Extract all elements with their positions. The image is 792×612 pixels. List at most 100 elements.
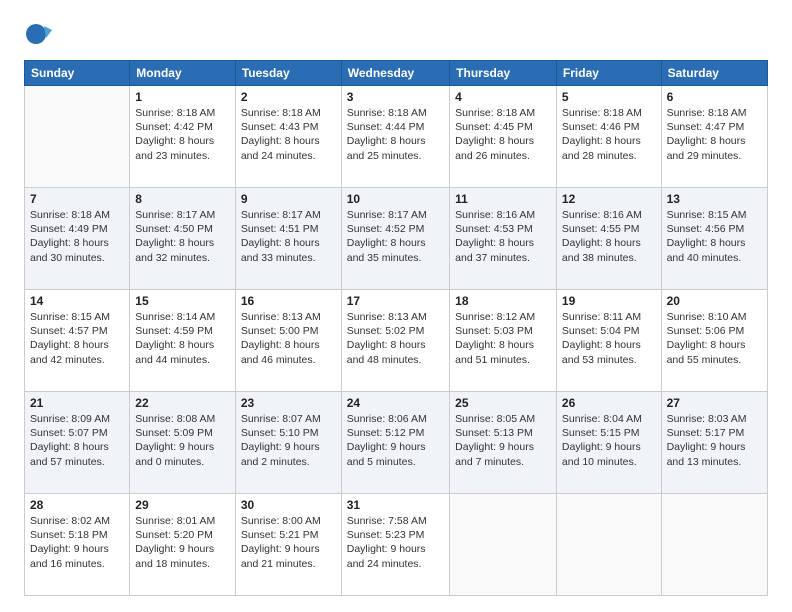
day-info: Sunrise: 8:18 AMSunset: 4:49 PMDaylight:… xyxy=(30,208,124,265)
calendar-cell: 1Sunrise: 8:18 AMSunset: 4:42 PMDaylight… xyxy=(130,86,236,188)
day-info: Sunrise: 8:00 AMSunset: 5:21 PMDaylight:… xyxy=(241,514,336,571)
day-number: 1 xyxy=(135,90,230,104)
calendar-cell: 12 Sunrise: 8:16 AMSunset: 4:55 PMDayligh… xyxy=(556,188,661,290)
calendar-cell: 30 Sunrise: 8:00 AMSunset: 5:21 PMDayligh… xyxy=(235,494,341,596)
calendar-header-tuesday: Tuesday xyxy=(235,61,341,86)
day-info: Sunrise: 8:18 AMSunset: 4:43 PMDaylight:… xyxy=(241,106,336,163)
day-info: Sunrise: 8:10 AMSunset: 5:06 PMDaylight:… xyxy=(667,310,762,367)
calendar-header-wednesday: Wednesday xyxy=(341,61,449,86)
day-info: Sunrise: 8:16 AMSunset: 4:55 PMDaylight:… xyxy=(562,208,656,265)
calendar-cell: 28 Sunrise: 8:02 AMSunset: 5:18 PMDayligh… xyxy=(25,494,130,596)
day-info: Sunrise: 7:58 AMSunset: 5:23 PMDaylight:… xyxy=(347,514,444,571)
day-info: Sunrise: 8:04 AMSunset: 5:15 PMDaylight:… xyxy=(562,412,656,469)
calendar-header-thursday: Thursday xyxy=(450,61,557,86)
calendar-cell: 23 Sunrise: 8:07 AMSunset: 5:10 PMDayligh… xyxy=(235,392,341,494)
day-number: 31 xyxy=(347,498,444,512)
day-info: Sunrise: 8:05 AMSunset: 5:13 PMDaylight:… xyxy=(455,412,551,469)
calendar-cell: 4Sunrise: 8:18 AMSunset: 4:45 PMDaylight… xyxy=(450,86,557,188)
calendar-header-sunday: Sunday xyxy=(25,61,130,86)
calendar-cell: 6 Sunrise: 8:18 AMSunset: 4:47 PMDaylight… xyxy=(661,86,767,188)
calendar-cell xyxy=(450,494,557,596)
day-number: 23 xyxy=(241,396,336,410)
calendar-cell: 29Sunrise: 8:01 AMSunset: 5:20 PMDayligh… xyxy=(130,494,236,596)
day-info: Sunrise: 8:18 AMSunset: 4:47 PMDaylight:… xyxy=(667,106,762,163)
logo-icon xyxy=(24,20,52,48)
day-number: 18 xyxy=(455,294,551,308)
day-info: Sunrise: 8:02 AMSunset: 5:18 PMDaylight:… xyxy=(30,514,124,571)
day-number: 16 xyxy=(241,294,336,308)
day-info: Sunrise: 8:07 AMSunset: 5:10 PMDaylight:… xyxy=(241,412,336,469)
day-info: Sunrise: 8:13 AMSunset: 5:00 PMDaylight:… xyxy=(241,310,336,367)
calendar-week-row: 7 Sunrise: 8:18 AMSunset: 4:49 PMDaylight… xyxy=(25,188,768,290)
day-info: Sunrise: 8:11 AMSunset: 5:04 PMDaylight:… xyxy=(562,310,656,367)
day-number: 27 xyxy=(667,396,762,410)
day-number: 22 xyxy=(135,396,230,410)
day-info: Sunrise: 8:17 AMSunset: 4:52 PMDaylight:… xyxy=(347,208,444,265)
calendar-cell: 11 Sunrise: 8:16 AMSunset: 4:53 PMDayligh… xyxy=(450,188,557,290)
day-info: Sunrise: 8:18 AMSunset: 4:44 PMDaylight:… xyxy=(347,106,444,163)
calendar-cell: 7 Sunrise: 8:18 AMSunset: 4:49 PMDaylight… xyxy=(25,188,130,290)
calendar-header-friday: Friday xyxy=(556,61,661,86)
day-number: 14 xyxy=(30,294,124,308)
day-info: Sunrise: 8:16 AMSunset: 4:53 PMDaylight:… xyxy=(455,208,551,265)
day-info: Sunrise: 8:03 AMSunset: 5:17 PMDaylight:… xyxy=(667,412,762,469)
calendar-page: SundayMondayTuesdayWednesdayThursdayFrid… xyxy=(0,0,792,612)
day-number: 13 xyxy=(667,192,762,206)
calendar-week-row: 14 Sunrise: 8:15 AMSunset: 4:57 PMDayligh… xyxy=(25,290,768,392)
day-number: 15 xyxy=(135,294,230,308)
day-number: 24 xyxy=(347,396,444,410)
day-number: 26 xyxy=(562,396,656,410)
day-number: 25 xyxy=(455,396,551,410)
day-info: Sunrise: 8:01 AMSunset: 5:20 PMDaylight:… xyxy=(135,514,230,571)
calendar-cell: 14 Sunrise: 8:15 AMSunset: 4:57 PMDayligh… xyxy=(25,290,130,392)
calendar-cell: 19 Sunrise: 8:11 AMSunset: 5:04 PMDayligh… xyxy=(556,290,661,392)
calendar-table: SundayMondayTuesdayWednesdayThursdayFrid… xyxy=(24,60,768,596)
calendar-cell: 5 Sunrise: 8:18 AMSunset: 4:46 PMDaylight… xyxy=(556,86,661,188)
day-number: 6 xyxy=(667,90,762,104)
day-info: Sunrise: 8:15 AMSunset: 4:57 PMDaylight:… xyxy=(30,310,124,367)
calendar-cell: 17 Sunrise: 8:13 AMSunset: 5:02 PMDayligh… xyxy=(341,290,449,392)
calendar-cell xyxy=(25,86,130,188)
day-info: Sunrise: 8:06 AMSunset: 5:12 PMDaylight:… xyxy=(347,412,444,469)
calendar-cell: 8 Sunrise: 8:17 AMSunset: 4:50 PMDaylight… xyxy=(130,188,236,290)
day-number: 21 xyxy=(30,396,124,410)
calendar-week-row: 21 Sunrise: 8:09 AMSunset: 5:07 PMDayligh… xyxy=(25,392,768,494)
day-number: 5 xyxy=(562,90,656,104)
day-number: 19 xyxy=(562,294,656,308)
calendar-cell: 15 Sunrise: 8:14 AMSunset: 4:59 PMDayligh… xyxy=(130,290,236,392)
calendar-cell: 21 Sunrise: 8:09 AMSunset: 5:07 PMDayligh… xyxy=(25,392,130,494)
day-info: Sunrise: 8:18 AMSunset: 4:46 PMDaylight:… xyxy=(562,106,656,163)
day-info: Sunrise: 8:08 AMSunset: 5:09 PMDaylight:… xyxy=(135,412,230,469)
day-number: 10 xyxy=(347,192,444,206)
day-number: 28 xyxy=(30,498,124,512)
day-info: Sunrise: 8:14 AMSunset: 4:59 PMDaylight:… xyxy=(135,310,230,367)
day-number: 12 xyxy=(562,192,656,206)
calendar-cell: 27 Sunrise: 8:03 AMSunset: 5:17 PMDayligh… xyxy=(661,392,767,494)
calendar-cell: 31 Sunrise: 7:58 AMSunset: 5:23 PMDayligh… xyxy=(341,494,449,596)
day-number: 8 xyxy=(135,192,230,206)
calendar-cell: 20Sunrise: 8:10 AMSunset: 5:06 PMDayligh… xyxy=(661,290,767,392)
calendar-cell: 22 Sunrise: 8:08 AMSunset: 5:09 PMDayligh… xyxy=(130,392,236,494)
calendar-header-saturday: Saturday xyxy=(661,61,767,86)
calendar-cell xyxy=(661,494,767,596)
calendar-cell: 16 Sunrise: 8:13 AMSunset: 5:00 PMDayligh… xyxy=(235,290,341,392)
calendar-cell: 2 Sunrise: 8:18 AMSunset: 4:43 PMDaylight… xyxy=(235,86,341,188)
day-info: Sunrise: 8:17 AMSunset: 4:51 PMDaylight:… xyxy=(241,208,336,265)
day-number: 2 xyxy=(241,90,336,104)
day-number: 30 xyxy=(241,498,336,512)
day-info: Sunrise: 8:17 AMSunset: 4:50 PMDaylight:… xyxy=(135,208,230,265)
day-number: 7 xyxy=(30,192,124,206)
calendar-cell: 13 Sunrise: 8:15 AMSunset: 4:56 PMDayligh… xyxy=(661,188,767,290)
calendar-header-row: SundayMondayTuesdayWednesdayThursdayFrid… xyxy=(25,61,768,86)
day-number: 3 xyxy=(347,90,444,104)
calendar-week-row: 1Sunrise: 8:18 AMSunset: 4:42 PMDaylight… xyxy=(25,86,768,188)
day-number: 11 xyxy=(455,192,551,206)
day-number: 17 xyxy=(347,294,444,308)
day-info: Sunrise: 8:15 AMSunset: 4:56 PMDaylight:… xyxy=(667,208,762,265)
calendar-cell: 25 Sunrise: 8:05 AMSunset: 5:13 PMDayligh… xyxy=(450,392,557,494)
day-info: Sunrise: 8:09 AMSunset: 5:07 PMDaylight:… xyxy=(30,412,124,469)
calendar-cell: 10 Sunrise: 8:17 AMSunset: 4:52 PMDayligh… xyxy=(341,188,449,290)
day-number: 9 xyxy=(241,192,336,206)
day-info: Sunrise: 8:13 AMSunset: 5:02 PMDaylight:… xyxy=(347,310,444,367)
calendar-cell: 3 Sunrise: 8:18 AMSunset: 4:44 PMDaylight… xyxy=(341,86,449,188)
